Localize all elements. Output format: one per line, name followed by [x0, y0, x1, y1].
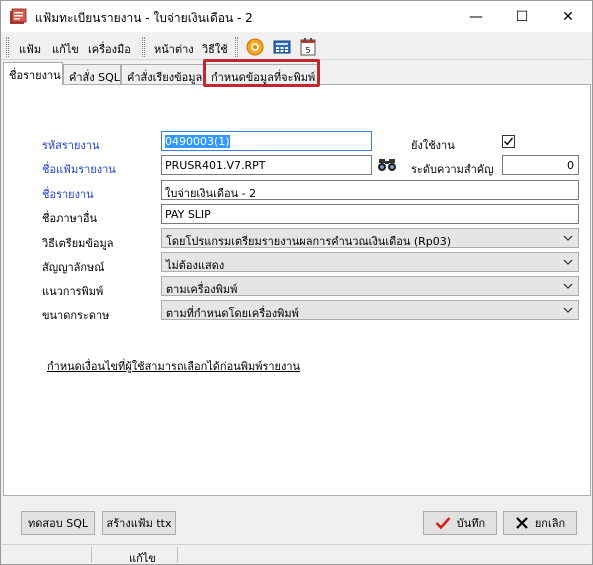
- report-title-input[interactable]: ใบจ่ายเงินเดือน - 2: [161, 180, 579, 200]
- priority-input[interactable]: 0: [502, 155, 579, 175]
- in-use-checkbox[interactable]: [502, 135, 515, 148]
- test-sql-label: ทดสอบ SQL: [28, 517, 88, 530]
- other-language-label: ชื่อภาษาอื่น: [42, 212, 98, 225]
- toolbar-grip-1[interactable]: [6, 37, 9, 57]
- test-sql-button[interactable]: ทดสอบ SQL: [21, 511, 95, 535]
- save-label: บันทึก: [456, 517, 486, 530]
- print-condition-link[interactable]: กำหนดเงื่อนไขที่ผู้ใช้สามารถเลือกได้ก่อน…: [47, 357, 300, 375]
- orientation-value: ตามเครื่องพิมพ์: [166, 283, 238, 296]
- paper-size-select[interactable]: ตามที่กำหนดโดยเครื่องพิมพ์: [161, 300, 579, 320]
- checkmark-icon: [504, 137, 514, 146]
- help-circle-icon[interactable]: [245, 37, 265, 57]
- maximize-button[interactable]: ☐: [499, 1, 545, 32]
- chevron-down-icon: [563, 259, 573, 265]
- minimize-icon: —: [469, 8, 483, 25]
- menu-bar: แฟ้ม แก้ไข เครื่องมือ หน้าต่าง วิธีใช้ 5: [2, 34, 591, 60]
- menu-file[interactable]: แฟ้ม: [19, 40, 41, 58]
- close-icon: ✕: [562, 8, 574, 25]
- cancel-button[interactable]: ยกเลิก: [503, 511, 577, 535]
- calendar-icon[interactable]: 5: [298, 37, 318, 57]
- report-name-panel: รหัสรายงาน 0490003(1) ยังใช้งาน ชื่อแฟ้ม…: [3, 84, 591, 496]
- app-book-icon: [10, 8, 27, 24]
- symbol-select[interactable]: ไม่ต้องแสดง: [161, 252, 579, 272]
- menu-tools[interactable]: เครื่องมือ: [88, 40, 131, 58]
- status-mode-text: แก้ไข: [129, 552, 156, 565]
- title-bar[interactable]: แฟ้มทะเบียนรายงาน - ใบจ่ายเงินเดือน - 2 …: [1, 1, 592, 32]
- menu-help[interactable]: วิธีใช้: [202, 40, 228, 58]
- orientation-select[interactable]: ตามเครื่องพิมพ์: [161, 276, 579, 296]
- close-button[interactable]: ✕: [545, 1, 591, 32]
- prep-method-select[interactable]: โดยโปรแกรมเตรียมรายงานผลการคำนวณเงินเดือ…: [161, 228, 579, 248]
- svg-text:5: 5: [305, 46, 310, 55]
- paper-size-label: ขนาดกระดาษ: [42, 309, 110, 322]
- checkmark-icon: [435, 517, 451, 530]
- maximize-icon: ☐: [515, 8, 529, 25]
- report-code-label: รหัสรายงาน: [42, 139, 100, 152]
- report-code-value: 0490003(1): [165, 135, 230, 148]
- tab-print-data[interactable]: กำหนดข้อมูลที่จะพิมพ์: [205, 64, 319, 84]
- chevron-down-icon: [563, 235, 573, 241]
- report-title-label: ชื่อรายงาน: [42, 188, 94, 201]
- binoculars-icon[interactable]: [376, 155, 398, 175]
- menu-edit[interactable]: แก้ไข: [52, 40, 79, 58]
- other-language-input[interactable]: PAY SLIP: [161, 204, 579, 224]
- close-x-icon: [516, 517, 528, 529]
- toolbar-grip-3[interactable]: [235, 37, 238, 57]
- symbol-label: สัญญาลักษณ์: [42, 261, 105, 274]
- report-file-label: ชื่อแฟ้มรายงาน: [42, 163, 116, 176]
- create-ttx-label: สร้างแฟ้ม ttx: [106, 517, 172, 530]
- chevron-down-icon: [563, 307, 573, 313]
- report-register-window: แฟ้มทะเบียนรายงาน - ใบจ่ายเงินเดือน - 2 …: [0, 0, 593, 565]
- symbol-value: ไม่ต้องแสดง: [166, 259, 225, 272]
- in-use-label: ยังใช้งาน: [411, 139, 455, 152]
- status-cell-1: [2, 547, 92, 563]
- calculator-icon[interactable]: [272, 37, 292, 57]
- status-bar: แก้ไข: [2, 544, 591, 565]
- tab-report-name[interactable]: ชื่อรายงาน: [3, 62, 63, 85]
- report-file-input[interactable]: PRUSR401.V7.RPT: [161, 155, 372, 175]
- priority-label: ระดับความสำคัญ: [411, 163, 494, 176]
- menu-window[interactable]: หน้าต่าง: [154, 40, 194, 58]
- chevron-down-icon: [563, 283, 573, 289]
- tab-sql-command[interactable]: คำสั่ง SQL: [63, 64, 121, 84]
- orientation-label: แนวการพิมพ์: [42, 285, 104, 298]
- create-ttx-button[interactable]: สร้างแฟ้ม ttx: [102, 511, 176, 535]
- tab-strip: ชื่อรายงาน คำสั่ง SQL คำสั่งเรียงข้อมูล …: [3, 62, 591, 85]
- report-code-input[interactable]: 0490003(1): [161, 131, 372, 151]
- cancel-label: ยกเลิก: [534, 517, 566, 530]
- save-button[interactable]: บันทึก: [423, 511, 497, 535]
- window-title: แฟ้มทะเบียนรายงาน - ใบจ่ายเงินเดือน - 2: [35, 11, 253, 25]
- toolbar-grip-2[interactable]: [142, 37, 145, 57]
- tab-sort-command[interactable]: คำสั่งเรียงข้อมูล: [121, 64, 205, 84]
- minimize-button[interactable]: —: [453, 1, 499, 32]
- prep-method-value: โดยโปรแกรมเตรียมรายงานผลการคำนวณเงินเดือ…: [166, 235, 452, 248]
- paper-size-value: ตามที่กำหนดโดยเครื่องพิมพ์: [166, 307, 299, 320]
- prep-method-label: วิธีเตรียมข้อมูล: [42, 237, 114, 250]
